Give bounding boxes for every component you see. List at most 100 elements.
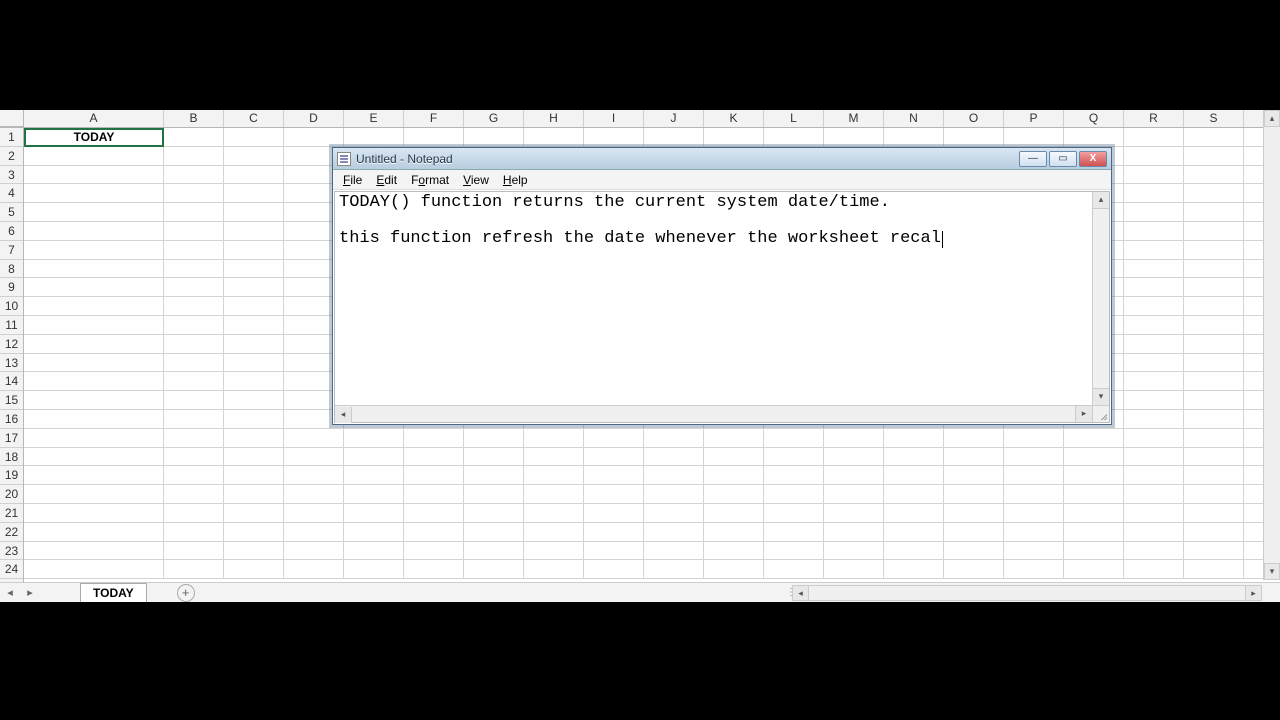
cell-n1[interactable] (884, 128, 944, 146)
cell-q18[interactable] (1064, 448, 1124, 466)
cell-d21[interactable] (284, 504, 344, 522)
cell-a14[interactable] (24, 372, 164, 390)
cell-b15[interactable] (164, 391, 224, 409)
cell-k24[interactable] (704, 560, 764, 578)
cell-l20[interactable] (764, 485, 824, 503)
cell-b21[interactable] (164, 504, 224, 522)
cell-s8[interactable] (1184, 260, 1244, 278)
cell-m19[interactable] (824, 466, 884, 484)
cell-a18[interactable] (24, 448, 164, 466)
cell-a4[interactable] (24, 184, 164, 202)
cell-n17[interactable] (884, 429, 944, 447)
cell-o19[interactable] (944, 466, 1004, 484)
cell-b7[interactable] (164, 241, 224, 259)
column-header-e[interactable]: E (344, 110, 404, 127)
np-vscroll-down[interactable]: ▾ (1093, 388, 1109, 405)
cell-s3[interactable] (1184, 166, 1244, 184)
column-header-a[interactable]: A (24, 110, 164, 127)
cell-m20[interactable] (824, 485, 884, 503)
cell-e22[interactable] (344, 523, 404, 541)
cell-a22[interactable] (24, 523, 164, 541)
cell-o1[interactable] (944, 128, 1004, 146)
cell-c14[interactable] (224, 372, 284, 390)
cell-i19[interactable] (584, 466, 644, 484)
cell-c5[interactable] (224, 203, 284, 221)
cell-f19[interactable] (404, 466, 464, 484)
cell-r8[interactable] (1124, 260, 1184, 278)
cell-o22[interactable] (944, 523, 1004, 541)
cell-c12[interactable] (224, 335, 284, 353)
hscroll-track[interactable] (809, 585, 1245, 601)
cell-m17[interactable] (824, 429, 884, 447)
cell-b16[interactable] (164, 410, 224, 428)
cell-s23[interactable] (1184, 542, 1244, 560)
row-header-12[interactable]: 12 (0, 335, 23, 354)
cell-s14[interactable] (1184, 372, 1244, 390)
cell-d17[interactable] (284, 429, 344, 447)
cell-a1[interactable]: TODAY (24, 128, 164, 147)
cell-c13[interactable] (224, 354, 284, 372)
cell-e20[interactable] (344, 485, 404, 503)
row-header-22[interactable]: 22 (0, 523, 23, 542)
cell-h20[interactable] (524, 485, 584, 503)
cell-n20[interactable] (884, 485, 944, 503)
column-header-l[interactable]: L (764, 110, 824, 127)
cell-c1[interactable] (224, 128, 284, 146)
cell-q17[interactable] (1064, 429, 1124, 447)
cell-s5[interactable] (1184, 203, 1244, 221)
cell-r1[interactable] (1124, 128, 1184, 146)
cell-s4[interactable] (1184, 184, 1244, 202)
row-header-19[interactable]: 19 (0, 466, 23, 485)
cell-m24[interactable] (824, 560, 884, 578)
cell-l17[interactable] (764, 429, 824, 447)
cell-b14[interactable] (164, 372, 224, 390)
menu-edit[interactable]: Edit (370, 171, 403, 189)
cell-r15[interactable] (1124, 391, 1184, 409)
notepad-horizontal-scrollbar[interactable]: ◂ ▸ (335, 405, 1092, 422)
column-header-j[interactable]: J (644, 110, 704, 127)
hscroll-left-arrow[interactable]: ◂ (792, 585, 809, 601)
cell-r2[interactable] (1124, 147, 1184, 165)
cell-r10[interactable] (1124, 297, 1184, 315)
cell-g22[interactable] (464, 523, 524, 541)
cell-s11[interactable] (1184, 316, 1244, 334)
cell-e1[interactable] (344, 128, 404, 146)
cell-d23[interactable] (284, 542, 344, 560)
cell-r13[interactable] (1124, 354, 1184, 372)
cell-a8[interactable] (24, 260, 164, 278)
cell-a16[interactable] (24, 410, 164, 428)
cell-q1[interactable] (1064, 128, 1124, 146)
cell-p23[interactable] (1004, 542, 1064, 560)
cell-o17[interactable] (944, 429, 1004, 447)
column-header-n[interactable]: N (884, 110, 944, 127)
cell-n22[interactable] (884, 523, 944, 541)
row-header-20[interactable]: 20 (0, 485, 23, 504)
cell-c16[interactable] (224, 410, 284, 428)
cell-s24[interactable] (1184, 560, 1244, 578)
row-header-16[interactable]: 16 (0, 410, 23, 429)
cell-s21[interactable] (1184, 504, 1244, 522)
sheet-horizontal-scrollbar[interactable]: ⋮ ◂ ▸ (786, 585, 1262, 601)
cell-c4[interactable] (224, 184, 284, 202)
cell-j20[interactable] (644, 485, 704, 503)
cell-g21[interactable] (464, 504, 524, 522)
cell-h17[interactable] (524, 429, 584, 447)
cell-f21[interactable] (404, 504, 464, 522)
column-header-h[interactable]: H (524, 110, 584, 127)
column-header-b[interactable]: B (164, 110, 224, 127)
cell-s6[interactable] (1184, 222, 1244, 240)
cell-r11[interactable] (1124, 316, 1184, 334)
resize-grip-icon[interactable] (1092, 405, 1109, 422)
cell-j19[interactable] (644, 466, 704, 484)
row-header-2[interactable]: 2 (0, 147, 23, 166)
row-header-14[interactable]: 14 (0, 372, 23, 391)
cell-l22[interactable] (764, 523, 824, 541)
row-header-11[interactable]: 11 (0, 316, 23, 335)
cell-e21[interactable] (344, 504, 404, 522)
cell-g24[interactable] (464, 560, 524, 578)
cell-p18[interactable] (1004, 448, 1064, 466)
cell-r9[interactable] (1124, 278, 1184, 296)
cell-m22[interactable] (824, 523, 884, 541)
cell-k18[interactable] (704, 448, 764, 466)
cell-j22[interactable] (644, 523, 704, 541)
